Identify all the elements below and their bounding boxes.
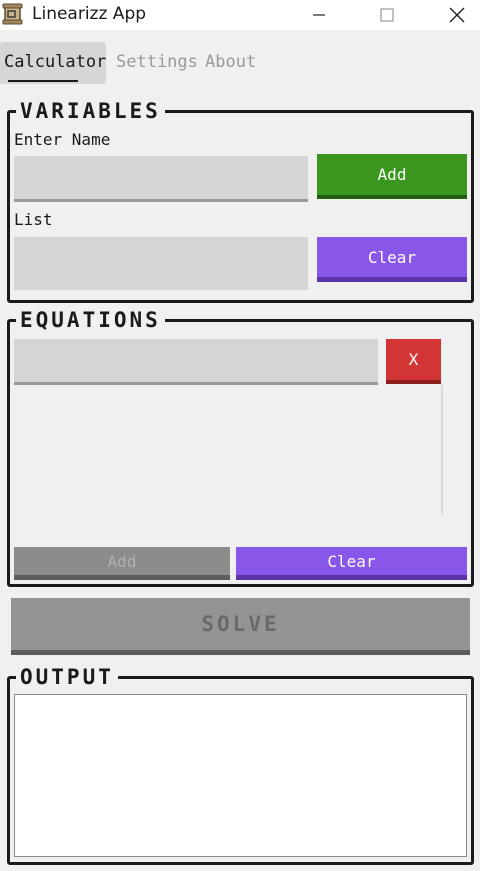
output-title: OUTPUT	[16, 665, 118, 689]
variables-title: VARIABLES	[16, 99, 165, 123]
equation-input[interactable]	[14, 339, 378, 385]
close-icon[interactable]	[434, 0, 480, 30]
equations-title: EQUATIONS	[16, 308, 165, 332]
list-label: List	[14, 210, 53, 229]
remove-equation-button[interactable]: X	[386, 339, 441, 384]
window-title: Linearizz App	[32, 4, 147, 24]
variable-list[interactable]	[14, 237, 308, 290]
equations-scrollbar[interactable]	[441, 385, 443, 515]
tab-settings[interactable]: Settings	[112, 42, 202, 84]
clear-equations-button[interactable]: Clear	[236, 547, 467, 580]
enter-name-label: Enter Name	[14, 130, 111, 149]
add-equation-button[interactable]: Add	[14, 547, 230, 580]
minimize-icon[interactable]	[296, 0, 342, 30]
output-text-area[interactable]	[14, 694, 467, 857]
title-bar: Linearizz App	[0, 0, 480, 30]
tab-bar: Calculator Settings About	[0, 40, 480, 86]
variables-group: VARIABLES Enter Name Add List Clear	[7, 99, 474, 303]
tab-calculator[interactable]: Calculator	[0, 42, 106, 84]
scroll-app-icon	[2, 3, 24, 25]
output-group: OUTPUT	[7, 665, 474, 865]
solve-button[interactable]: SOLVE	[11, 598, 470, 655]
clear-variables-button[interactable]: Clear	[317, 237, 467, 282]
add-variable-button[interactable]: Add	[317, 154, 467, 199]
equations-group: EQUATIONS X Add Clear	[7, 308, 474, 587]
tab-about[interactable]: About	[201, 42, 260, 84]
variable-name-input[interactable]	[14, 156, 308, 202]
maximize-icon[interactable]	[364, 0, 410, 30]
